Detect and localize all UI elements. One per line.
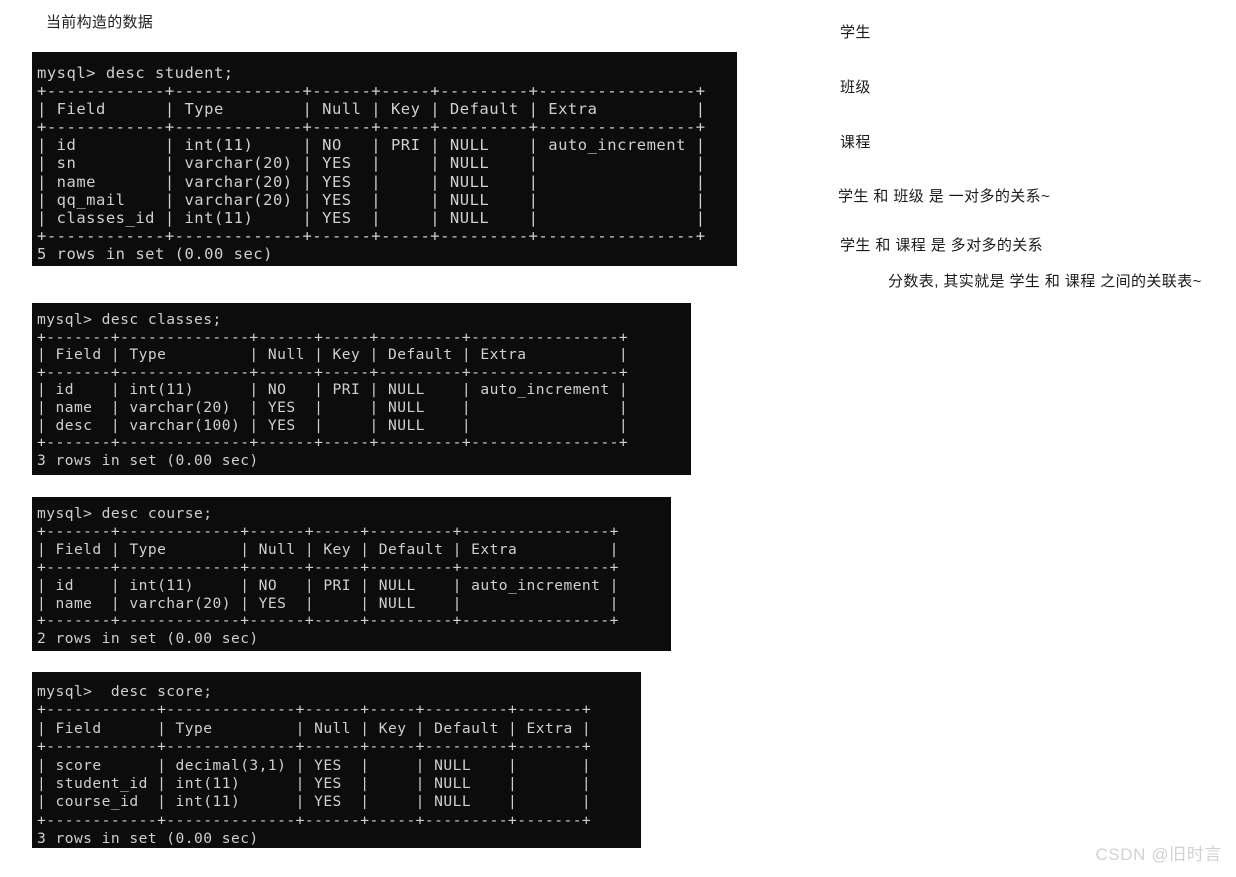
terminal-block-score: mysql> desc score; +------------+-------…: [32, 672, 641, 848]
terminal-output-score: mysql> desc score; +------------+-------…: [37, 683, 592, 848]
csdn-watermark: CSDN @旧时言: [1095, 845, 1222, 864]
terminal-output-course: mysql> desc course; +-------+-----------…: [37, 505, 619, 648]
note-relation-one-to-many: 学生 和 班级 是 一对多的关系~: [838, 188, 1051, 205]
terminal-output-classes: mysql> desc classes; +-------+----------…: [37, 311, 629, 469]
terminal-block-course: mysql> desc course; +-------+-----------…: [32, 497, 671, 651]
page-title: 当前构造的数据: [46, 14, 154, 31]
note-relation-many-to-many: 学生 和 课程 是 多对多的关系: [840, 237, 1044, 254]
terminal-block-student: mysql> desc student; +------------+-----…: [32, 52, 737, 266]
note-entity-student: 学生: [840, 24, 871, 41]
terminal-output-student: mysql> desc student; +------------+-----…: [37, 64, 706, 263]
terminal-block-classes: mysql> desc classes; +-------+----------…: [32, 303, 691, 475]
note-entity-course: 课程: [840, 134, 871, 151]
note-relation-score-join-table: 分数表, 其实就是 学生 和 课程 之间的关联表~: [888, 273, 1202, 290]
note-entity-classes: 班级: [840, 79, 871, 96]
